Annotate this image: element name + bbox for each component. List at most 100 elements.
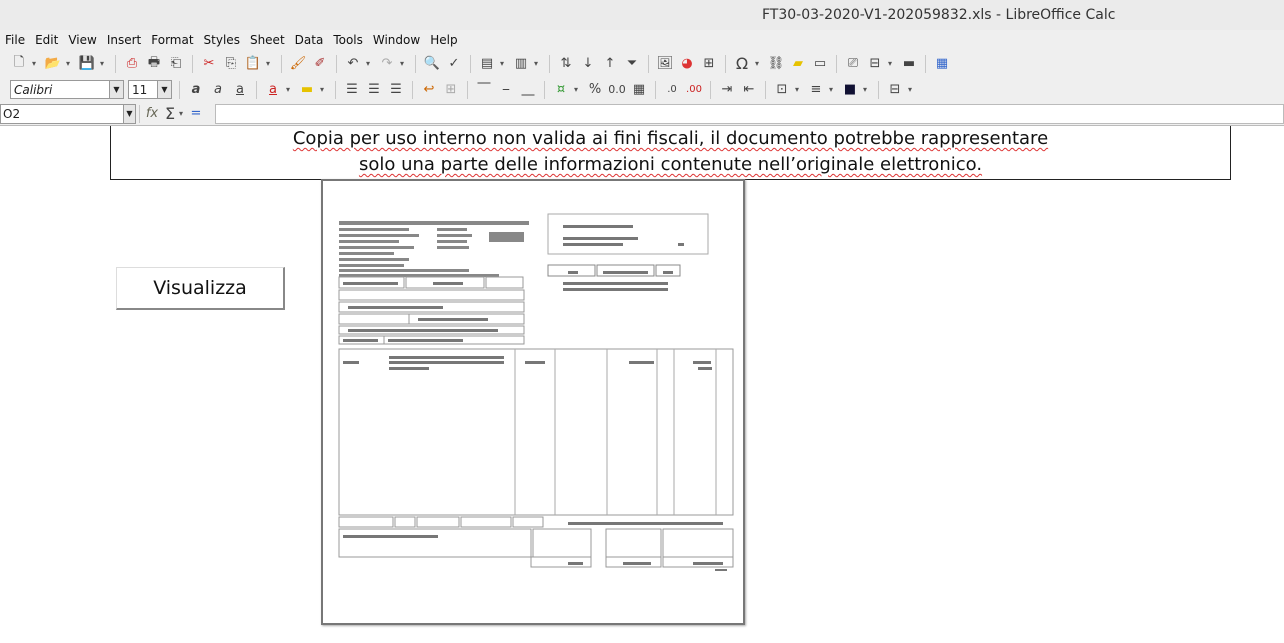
chevron-down-icon[interactable]: ▾ xyxy=(863,85,871,94)
menu-format[interactable]: Format xyxy=(151,33,193,47)
conditional-format-icon[interactable]: ⊟ xyxy=(886,81,904,99)
pivot-table-icon[interactable]: ⊞ xyxy=(700,55,718,73)
chevron-down-icon[interactable]: ▾ xyxy=(286,85,294,94)
bold-icon[interactable]: a xyxy=(187,81,205,99)
number-format-icon[interactable]: 0.0 xyxy=(608,81,626,99)
menu-tools[interactable]: Tools xyxy=(333,33,363,47)
add-decimal-icon[interactable]: .0 xyxy=(663,81,681,99)
hyperlink-icon[interactable]: ⛓ xyxy=(767,55,785,73)
new-document-icon[interactable]: 🗋 xyxy=(10,55,28,73)
chevron-down-icon[interactable]: ▾ xyxy=(366,59,374,68)
highlight-color-icon[interactable]: ▬ xyxy=(298,81,316,99)
sum-icon[interactable]: Σ xyxy=(161,104,179,123)
decrease-indent-icon[interactable]: ⇤ xyxy=(740,81,758,99)
function-wizard-icon[interactable]: fx xyxy=(143,105,161,123)
align-right-icon[interactable]: ☰ xyxy=(387,81,405,99)
sort-ascending-icon[interactable]: ↓ xyxy=(579,55,597,73)
menu-insert[interactable]: Insert xyxy=(107,33,141,47)
print-preview-icon[interactable]: ⎗ xyxy=(167,55,185,73)
undo-icon[interactable]: ↶ xyxy=(344,55,362,73)
menu-styles[interactable]: Styles xyxy=(204,33,240,47)
copy-icon[interactable]: ⎘ xyxy=(222,55,240,73)
wrap-text-icon[interactable]: ↩ xyxy=(420,81,438,99)
chevron-down-icon[interactable]: ▾ xyxy=(179,109,187,118)
chevron-down-icon[interactable]: ▼ xyxy=(123,104,135,123)
spreadsheet-area[interactable]: Copia per uso interno non valida ai fini… xyxy=(0,126,1284,643)
image-icon[interactable]: 🖼 xyxy=(656,55,674,73)
menu-window[interactable]: Window xyxy=(373,33,420,47)
row-icon[interactable]: ▤ xyxy=(478,55,496,73)
define-print-area-icon[interactable]: ⎚ xyxy=(844,55,862,73)
merge-cells-icon[interactable]: ⊞ xyxy=(442,81,460,99)
print-icon[interactable]: 🖶 xyxy=(145,55,163,73)
align-center-icon[interactable]: ☰ xyxy=(365,81,383,99)
redo-icon[interactable]: ↷ xyxy=(378,55,396,73)
chevron-down-icon[interactable]: ▾ xyxy=(795,85,803,94)
align-bottom-icon[interactable]: ⎽ xyxy=(519,81,537,99)
percent-format-icon[interactable]: % xyxy=(586,81,604,99)
border-style-icon[interactable]: ≡ xyxy=(807,81,825,99)
special-character-icon[interactable]: Ω xyxy=(733,54,751,73)
comment-icon[interactable]: ▰ xyxy=(789,55,807,73)
menu-sheet[interactable]: Sheet xyxy=(250,33,285,47)
name-box[interactable]: O2 ▼ xyxy=(0,103,136,124)
formula-icon[interactable]: = xyxy=(187,105,205,123)
chevron-down-icon[interactable]: ▾ xyxy=(829,85,837,94)
chevron-down-icon[interactable]: ▾ xyxy=(32,59,40,68)
save-icon[interactable]: 💾 xyxy=(78,55,96,73)
chevron-down-icon[interactable]: ▼ xyxy=(109,81,123,98)
menu-edit[interactable]: Edit xyxy=(35,33,58,47)
italic-icon[interactable]: a xyxy=(209,81,227,99)
chevron-down-icon[interactable]: ▾ xyxy=(500,59,508,68)
border-color-icon[interactable]: ■ xyxy=(841,81,859,99)
menu-file[interactable]: File xyxy=(5,33,25,47)
chart-icon[interactable]: ◕ xyxy=(678,55,696,73)
chevron-down-icon[interactable]: ▾ xyxy=(908,85,916,94)
chevron-down-icon[interactable]: ▼ xyxy=(157,81,171,98)
paste-icon[interactable]: 📋 xyxy=(244,55,262,73)
menu-help[interactable]: Help xyxy=(430,33,457,47)
freeze-rows-columns-icon[interactable]: ⊟ xyxy=(866,55,884,73)
sort-icon[interactable]: ⇅ xyxy=(557,55,575,73)
menu-view[interactable]: View xyxy=(68,33,96,47)
menu-data[interactable]: Data xyxy=(295,33,324,47)
sort-descending-icon[interactable]: ↑ xyxy=(601,55,619,73)
open-folder-icon[interactable]: 📂 xyxy=(44,55,62,73)
date-format-icon[interactable]: ▦ xyxy=(630,81,648,99)
font-color-icon[interactable]: a xyxy=(264,81,282,99)
chevron-down-icon[interactable]: ▾ xyxy=(100,59,108,68)
chevron-down-icon[interactable]: ▾ xyxy=(320,85,328,94)
split-window-icon[interactable]: ▬ xyxy=(900,55,918,73)
align-left-icon[interactable]: ☰ xyxy=(343,81,361,99)
clone-formatting-icon[interactable]: 🖌 xyxy=(289,55,307,73)
chevron-down-icon[interactable]: ▾ xyxy=(888,59,896,68)
autofilter-icon[interactable]: ⏷ xyxy=(623,55,641,73)
font-size-combo[interactable]: 11 ▼ xyxy=(128,80,172,99)
cut-icon[interactable]: ✂ xyxy=(200,55,218,73)
currency-format-icon[interactable]: ¤ xyxy=(552,81,570,99)
center-vertically-icon[interactable]: ⎯ xyxy=(497,81,515,99)
chevron-down-icon[interactable]: ▾ xyxy=(534,59,542,68)
delete-decimal-icon[interactable]: .00 xyxy=(685,81,703,99)
increase-indent-icon[interactable]: ⇥ xyxy=(718,81,736,99)
headers-footers-icon[interactable]: ▭ xyxy=(811,55,829,73)
find-replace-icon[interactable]: 🔍 xyxy=(423,55,441,73)
invoice-image[interactable] xyxy=(321,179,745,625)
borders-icon[interactable]: ⊡ xyxy=(773,81,791,99)
visualizza-button[interactable]: Visualizza xyxy=(116,267,285,310)
chevron-down-icon[interactable]: ▾ xyxy=(755,59,763,68)
chevron-down-icon[interactable]: ▾ xyxy=(400,59,408,68)
underline-icon[interactable]: a xyxy=(231,81,249,99)
disclaimer-cell[interactable]: Copia per uso interno non valida ai fini… xyxy=(110,126,1231,180)
chevron-down-icon[interactable]: ▾ xyxy=(66,59,74,68)
show-draw-functions-icon[interactable]: ▦ xyxy=(933,55,951,73)
export-pdf-icon[interactable]: ⎙ xyxy=(123,55,141,73)
chevron-down-icon[interactable]: ▾ xyxy=(266,59,274,68)
column-icon[interactable]: ▥ xyxy=(512,55,530,73)
align-top-icon[interactable]: ⎺ xyxy=(475,81,493,99)
chevron-down-icon[interactable]: ▾ xyxy=(574,85,582,94)
clear-formatting-icon[interactable]: ✐ xyxy=(311,55,329,73)
font-name-combo[interactable]: Calibri ▼ xyxy=(10,80,124,99)
spelling-icon[interactable]: ✓ xyxy=(445,55,463,73)
formula-input[interactable] xyxy=(215,103,1284,124)
